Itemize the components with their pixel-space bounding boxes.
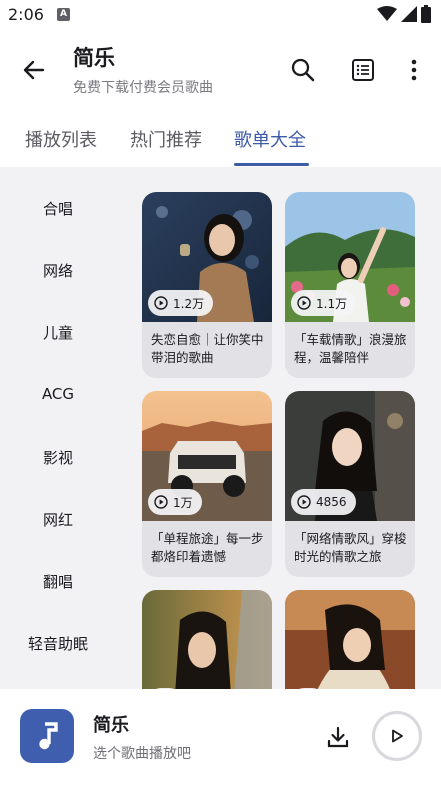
playlist-cover bbox=[142, 590, 272, 689]
playlist-card[interactable]: 1.1万 「车载情歌」浪漫旅程，温馨陪伴 bbox=[285, 192, 415, 378]
category-item[interactable]: 合唱 bbox=[0, 198, 116, 219]
playlist-card[interactable] bbox=[142, 590, 272, 689]
back-button[interactable] bbox=[18, 54, 50, 86]
category-item[interactable]: 网红 bbox=[0, 509, 116, 530]
category-list: 合唱 网络 儿童 ACG 影视 网红 翻唱 轻音助眠 bbox=[0, 167, 120, 689]
playlist-title: 「单程旅途」每一步都烙印着遗憾 bbox=[151, 531, 264, 564]
playlist-title: 「网络情歌风」穿梭时光的情歌之旅 bbox=[294, 531, 407, 564]
play-count-badge: 1.2万 bbox=[148, 290, 214, 316]
play-count: 1万 bbox=[173, 495, 193, 510]
download-icon bbox=[327, 726, 349, 748]
play-circle-icon bbox=[154, 495, 168, 509]
play-circle-icon bbox=[154, 296, 168, 310]
list-icon bbox=[352, 59, 374, 81]
playlist-cover bbox=[285, 590, 415, 689]
signal-icon bbox=[401, 6, 417, 22]
category-item[interactable]: 翻唱 bbox=[0, 571, 116, 592]
playlist-title: 「车载情歌」浪漫旅程，温馨陪伴 bbox=[294, 332, 407, 365]
category-item[interactable]: 轻音助眠 bbox=[0, 633, 116, 654]
category-item[interactable]: 儿童 bbox=[0, 322, 116, 343]
status-icons bbox=[377, 5, 431, 23]
status-time: 2:06 bbox=[8, 5, 44, 24]
back-arrow-icon bbox=[23, 60, 45, 80]
mini-player[interactable]: 简乐 选个歌曲播放吧 bbox=[0, 689, 441, 785]
tab-bar: 播放列表 热门推荐 歌单大全 bbox=[0, 114, 441, 166]
player-title: 简乐 bbox=[93, 715, 129, 736]
play-button[interactable] bbox=[372, 711, 422, 761]
page-title: 简乐 bbox=[73, 46, 115, 70]
tab-playlist[interactable]: 播放列表 bbox=[25, 126, 97, 152]
player-subtitle: 选个歌曲播放吧 bbox=[93, 746, 191, 762]
status-bar: 2:06 A bbox=[0, 0, 441, 32]
playlist-card[interactable] bbox=[285, 590, 415, 689]
search-button[interactable] bbox=[287, 54, 319, 86]
music-note-icon bbox=[39, 722, 58, 750]
category-item[interactable]: 影视 bbox=[0, 447, 116, 468]
play-count: 1.1万 bbox=[316, 296, 348, 311]
play-count-badge: 1万 bbox=[148, 489, 202, 515]
download-button[interactable] bbox=[322, 721, 354, 753]
search-icon bbox=[291, 58, 315, 82]
notification-app-icon: A bbox=[57, 8, 70, 21]
more-vert-icon bbox=[411, 59, 417, 81]
play-count-badge: 1.1万 bbox=[291, 290, 357, 316]
tab-all-playlists[interactable]: 歌单大全 bbox=[234, 126, 306, 152]
more-options-button[interactable] bbox=[398, 54, 430, 86]
wifi-icon bbox=[377, 6, 397, 21]
battery-icon bbox=[421, 5, 431, 23]
play-circle-icon bbox=[297, 296, 311, 310]
playlist-card[interactable]: 4856 「网络情歌风」穿梭时光的情歌之旅 bbox=[285, 391, 415, 577]
category-item[interactable]: ACG bbox=[0, 385, 116, 403]
page-subtitle: 免费下载付费会员歌曲 bbox=[73, 80, 213, 96]
tab-hot-recommend[interactable]: 热门推荐 bbox=[130, 126, 202, 152]
app-bar: 简乐 免费下载付费会员歌曲 bbox=[0, 32, 441, 108]
category-item[interactable]: 网络 bbox=[0, 260, 116, 281]
play-count-badge: 4856 bbox=[291, 489, 356, 515]
playlist-content: 合唱 网络 儿童 ACG 影视 网红 翻唱 轻音助眠 1.2万 失恋自愈｜让你笑… bbox=[0, 167, 441, 689]
playlist-card[interactable]: 1.2万 失恋自愈｜让你笑中带泪的歌曲 bbox=[142, 192, 272, 378]
playlist-title: 失恋自愈｜让你笑中带泪的歌曲 bbox=[151, 332, 264, 365]
play-icon bbox=[392, 729, 403, 743]
play-count: 1.2万 bbox=[173, 296, 205, 311]
playlist-card[interactable]: 1万 「单程旅途」每一步都烙印着遗憾 bbox=[142, 391, 272, 577]
list-view-button[interactable] bbox=[347, 54, 379, 86]
play-count: 4856 bbox=[316, 495, 347, 509]
tab-indicator bbox=[234, 163, 309, 166]
play-circle-icon bbox=[297, 495, 311, 509]
album-cover[interactable] bbox=[20, 709, 74, 763]
